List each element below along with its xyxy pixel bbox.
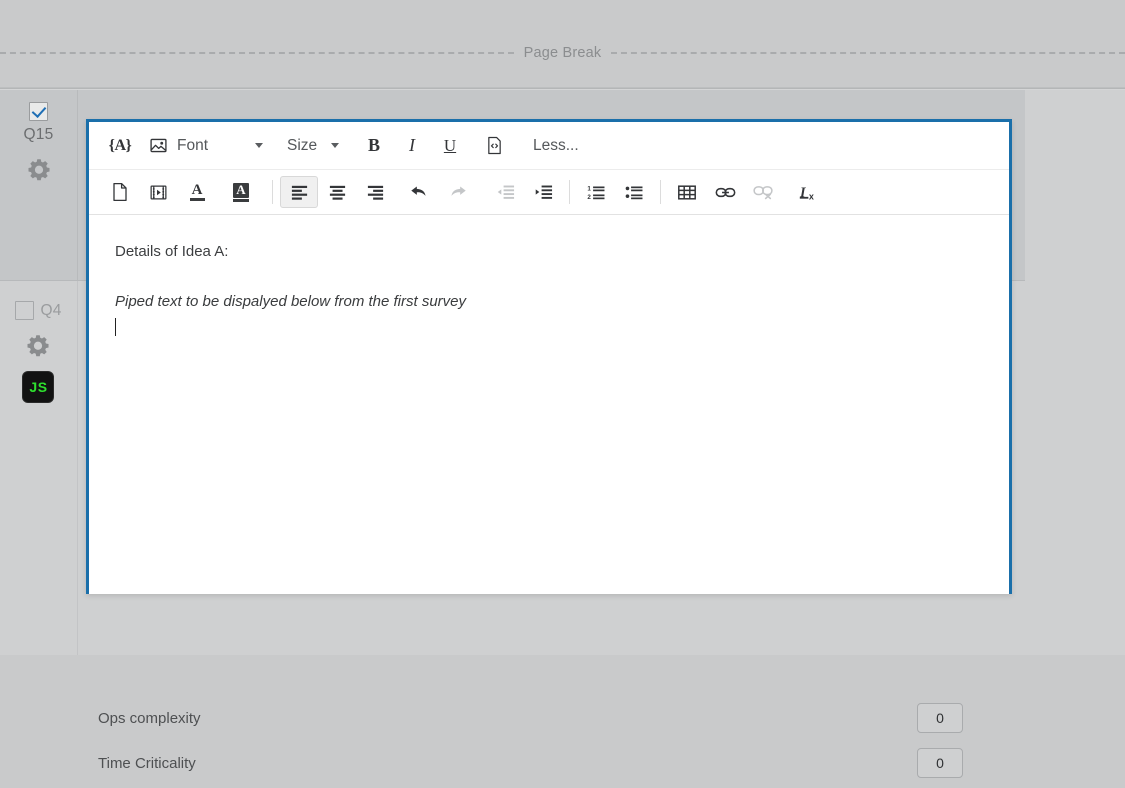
editor-content-area[interactable]: Details of Idea A: Piped text to be disp…	[89, 215, 1009, 545]
question-id-label-q4: Q4	[40, 301, 62, 319]
text-color-icon[interactable]: A	[177, 176, 221, 208]
bold-button[interactable]: B	[355, 130, 393, 162]
toolbar-divider	[272, 180, 273, 204]
field-label-time-criticality: Time Criticality	[98, 754, 196, 772]
editor-paragraph-1: Details of Idea A:	[115, 243, 229, 260]
field-input-time-criticality[interactable]: 0	[917, 748, 963, 778]
remove-link-button[interactable]	[744, 176, 782, 208]
question-gutter-q15: Q15	[0, 90, 78, 280]
question-select-checkbox-q4[interactable]	[15, 301, 35, 320]
toolbar-row-1: {A} Font Size B I U Less...	[89, 122, 1009, 169]
bold-glyph: B	[367, 135, 380, 155]
source-code-icon[interactable]	[475, 130, 513, 162]
question-id-label-q15: Q15	[23, 126, 54, 143]
field-row-ops-complexity: Ops complexity 0	[78, 693, 1025, 743]
editor-paragraph-2: Piped text to be dispalyed below from th…	[115, 292, 467, 310]
rich-content-icon[interactable]: {A}	[101, 130, 139, 162]
svg-text:1: 1	[587, 186, 591, 193]
page-break-dash-left	[0, 52, 514, 54]
gear-icon[interactable]	[24, 156, 54, 186]
javascript-badge[interactable]: JS	[23, 372, 54, 402]
insert-table-button[interactable]	[668, 176, 706, 208]
align-right-button[interactable]	[356, 176, 394, 208]
screen-root: Page Break Q15 Q4 JS Ops complexity 0 Ti…	[0, 0, 1125, 778]
chevron-down-icon	[331, 143, 339, 148]
svg-text:2: 2	[587, 194, 591, 200]
svg-text:x: x	[808, 191, 813, 201]
editor-blank-line	[115, 263, 1009, 291]
rich-text-editor: {A} Font Size B I U Less... A A 1 2 I x …	[86, 119, 1012, 594]
toolbar-row-2: A A 1 2 I x	[89, 169, 1009, 214]
underline-glyph: U	[443, 135, 457, 155]
align-left-button[interactable]	[280, 176, 318, 208]
italic-glyph: I	[409, 135, 415, 155]
outdent-button[interactable]	[486, 176, 524, 208]
page-break-indicator: Page Break	[0, 42, 1125, 64]
numbered-list-button[interactable]: 1 2	[577, 176, 615, 208]
field-label-ops-complexity: Ops complexity	[98, 709, 201, 727]
bulleted-list-button[interactable]	[615, 176, 653, 208]
gear-icon[interactable]	[23, 332, 53, 362]
editor-toolbar: {A} Font Size B I U Less... A A 1 2 I x	[89, 122, 1009, 215]
toolbar-divider	[569, 180, 570, 204]
size-dropdown-label: Size	[287, 136, 318, 154]
question-gutter-q4: Q4 JS	[0, 281, 78, 655]
font-dropdown[interactable]: Font	[177, 130, 263, 162]
page-break-band: Page Break	[0, 0, 1125, 90]
page-break-label: Page Break	[523, 45, 602, 61]
page-break-dash-right	[611, 52, 1125, 54]
text-cursor	[115, 317, 116, 336]
chevron-down-icon	[255, 143, 263, 148]
underline-button[interactable]: U	[431, 130, 469, 162]
insert-image-icon[interactable]	[139, 130, 177, 162]
clear-formatting-button[interactable]: I x	[790, 176, 828, 208]
italic-button[interactable]: I	[393, 130, 431, 162]
font-dropdown-label: Font	[177, 136, 209, 154]
indent-button[interactable]	[524, 176, 562, 208]
align-center-button[interactable]	[318, 176, 356, 208]
field-row-time-criticality: Time Criticality 0	[78, 738, 1025, 788]
redo-button[interactable]	[438, 176, 476, 208]
insert-file-icon[interactable]	[101, 176, 139, 208]
toolbar-divider	[660, 180, 661, 204]
highlight-color-icon[interactable]: A	[221, 176, 265, 208]
insert-video-icon[interactable]	[139, 176, 177, 208]
less-toggle-link[interactable]: Less...	[533, 137, 579, 155]
field-input-ops-complexity[interactable]: 0	[917, 703, 963, 733]
question-select-checkbox-q15[interactable]	[29, 102, 48, 121]
insert-link-button[interactable]	[706, 176, 744, 208]
undo-button[interactable]	[400, 176, 438, 208]
size-dropdown[interactable]: Size	[287, 130, 339, 162]
band-separator	[0, 88, 1125, 89]
